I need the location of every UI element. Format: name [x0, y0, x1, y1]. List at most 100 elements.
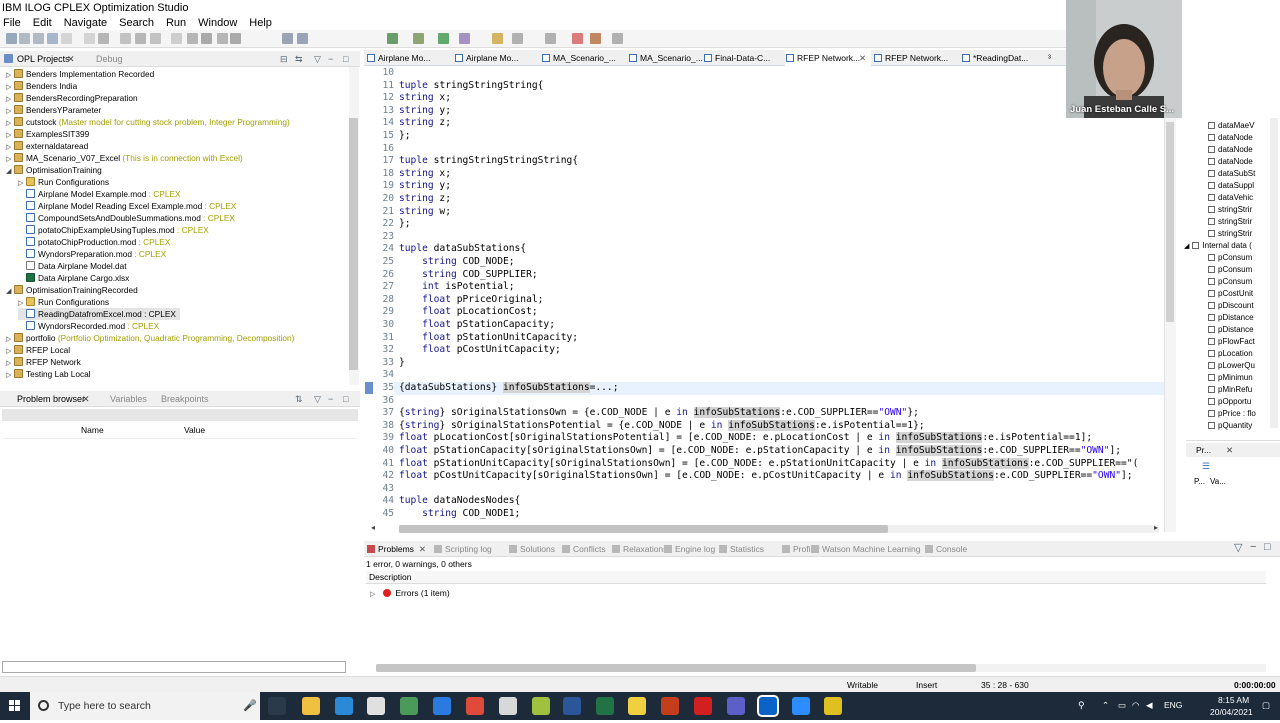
maximize-icon[interactable]: □ [1264, 541, 1271, 553]
minimize-icon[interactable]: − [328, 51, 333, 67]
scroll-right-icon[interactable]: ▸ [1154, 523, 1158, 532]
language-indicator[interactable]: ENG [1164, 700, 1182, 710]
toolbar-icon[interactable] [201, 33, 212, 44]
code-line[interactable]: } [399, 357, 405, 370]
link-editor-icon[interactable]: ⇆ [295, 51, 303, 67]
excel-icon[interactable] [596, 697, 614, 715]
code-line[interactable]: string x; [399, 92, 451, 105]
toolbar-icon[interactable] [217, 33, 228, 44]
tree-item[interactable]: Data Airplane Model.dat [18, 260, 127, 272]
tree-item[interactable]: Airplane Model Example.mod : CPLEX [18, 188, 181, 200]
outline-item[interactable]: stringStrir [1208, 216, 1252, 228]
editor-tab[interactable]: RFEP Network... [873, 50, 959, 66]
code-line[interactable]: string z; [399, 117, 451, 130]
column-name[interactable]: Name [81, 425, 104, 435]
code-line[interactable]: }; [399, 218, 411, 231]
outline-item[interactable]: pLowerQu [1208, 360, 1255, 372]
code-line[interactable]: tuple dataNodesNodes{ [399, 495, 520, 508]
outline-item[interactable]: pPrice : flo [1208, 408, 1256, 420]
problem-browser-scrollbar[interactable] [2, 661, 346, 673]
menu-item-file[interactable]: File [0, 17, 21, 29]
outline-item[interactable]: pQuantity [1208, 420, 1252, 432]
maximize-icon[interactable]: □ [343, 51, 348, 67]
bottom-tab[interactable]: Relaxations [612, 541, 667, 557]
expand-icon[interactable]: ▷ [6, 370, 14, 382]
word-icon[interactable] [563, 697, 581, 715]
tree-item[interactable]: CompoundSetsAndDoubleSummations.mod : CP… [18, 212, 235, 224]
expand-icon[interactable]: ◢ [6, 166, 14, 178]
mail-icon[interactable] [433, 697, 451, 715]
bottom-tab[interactable]: Watson Machine Learning [811, 541, 920, 557]
code-line[interactable]: string COD_NODE1; [399, 508, 520, 521]
chrome-icon[interactable] [466, 697, 484, 715]
tree-item[interactable]: ReadingDatafromExcel.mod : CPLEX [18, 308, 180, 320]
outline-item[interactable]: pDiscount [1208, 300, 1254, 312]
toolbar-icon[interactable] [6, 33, 17, 44]
edge-icon[interactable] [335, 697, 353, 715]
menu-item-search[interactable]: Search [116, 17, 154, 29]
code-editor[interactable]: 10 11 tuple stringStringString{12 string x;… [364, 66, 1164, 522]
task-view-icon[interactable] [268, 697, 286, 715]
tree-item[interactable]: ▷ RFEP Local [6, 344, 70, 356]
code-line[interactable]: string COD_SUPPLIER; [399, 269, 538, 282]
app-icon[interactable] [532, 697, 550, 715]
code-line[interactable]: float pStationCapacity[sOriginalStations… [399, 445, 1121, 458]
microphone-icon[interactable]: 🎤 [243, 692, 257, 720]
tree-item[interactable]: WyndorsRecorded.mod : CPLEX [18, 320, 159, 332]
toolbar-icon[interactable] [230, 33, 241, 44]
bottom-tab[interactable]: Engine log [664, 541, 715, 557]
tree-item[interactable]: ▷ MA_Scenario_V07_Excel (This is in conne… [6, 152, 243, 164]
toolbar-icon[interactable] [459, 33, 470, 44]
outline-item[interactable]: dataNode [1208, 156, 1253, 168]
minimize-icon[interactable]: − [328, 391, 333, 407]
outline-item[interactable]: pFlowFact [1208, 336, 1255, 348]
expand-icon[interactable]: ▷ [370, 591, 375, 598]
tree-item[interactable]: ▷ externaldataread [6, 140, 88, 152]
start-button[interactable] [0, 692, 30, 720]
toolbar-icon[interactable] [19, 33, 30, 44]
code-line[interactable]: float pCostUnitCapacity; [399, 344, 561, 357]
wifi-icon[interactable]: ◠ [1132, 700, 1139, 711]
categories-icon[interactable]: ☰ [1202, 461, 1210, 472]
tree-item[interactable]: ▷ BendersRecordingPreparation [6, 92, 138, 104]
tree-item[interactable]: ◢ OptimisationTraining [6, 164, 102, 176]
menu-item-navigate[interactable]: Navigate [61, 17, 107, 29]
bottom-tab[interactable]: Statistics [719, 541, 764, 557]
outline-item[interactable]: pConsum [1208, 276, 1252, 288]
menu-item-help[interactable]: Help [246, 17, 272, 29]
close-icon[interactable]: ✕ [1226, 445, 1233, 456]
close-icon[interactable]: ✕ [82, 391, 90, 407]
editor-tab[interactable]: Final-Data-C... [703, 50, 783, 66]
toolbar-icon[interactable] [545, 33, 556, 44]
toolbar-icon[interactable] [413, 33, 424, 44]
outline-item[interactable]: pLocation [1208, 348, 1253, 360]
toolbar-icon[interactable] [120, 33, 131, 44]
outline-item[interactable]: pMinimun [1208, 372, 1253, 384]
toolbar-icon[interactable] [47, 33, 58, 44]
editor-horizontal-thumb[interactable] [399, 525, 888, 533]
toolbar-icon[interactable] [387, 33, 398, 44]
toolbar-icon[interactable] [612, 33, 623, 44]
column-value[interactable]: Value [184, 425, 205, 435]
outline-item[interactable]: dataMaeV [1208, 120, 1254, 132]
code-line[interactable]: float pLocationCost; [399, 306, 538, 319]
taskbar-date[interactable]: 20/04/2021 [1210, 707, 1253, 717]
outline-item[interactable]: pConsum [1208, 264, 1252, 276]
code-line[interactable]: float pLocationCost[sOriginalStationsPot… [399, 432, 1092, 445]
toolbar-icon[interactable] [297, 33, 308, 44]
tree-item[interactable]: ▷ BendersYParameter [6, 104, 101, 116]
tray-chevron-icon[interactable]: ⌃ [1102, 700, 1109, 711]
outline-item[interactable]: stringStrir [1208, 204, 1252, 216]
toolbar-icon[interactable] [150, 33, 161, 44]
toolbar-icon[interactable] [590, 33, 601, 44]
tab-breakpoints[interactable]: Breakpoints [161, 391, 209, 407]
editor-vertical-thumb[interactable] [1166, 122, 1174, 322]
bottom-tab[interactable]: Conflicts [562, 541, 606, 557]
toolbar-icon[interactable] [438, 33, 449, 44]
collapse-all-icon[interactable]: ⊟ [280, 51, 288, 67]
toolbar-icon[interactable] [98, 33, 109, 44]
menu-item-edit[interactable]: Edit [30, 17, 52, 29]
code-line[interactable]: float pCostUnitCapacity[sOriginalStation… [399, 470, 1133, 483]
view-menu-icon[interactable]: ▽ [314, 51, 321, 67]
code-line[interactable]: tuple dataSubStations{ [399, 243, 526, 256]
